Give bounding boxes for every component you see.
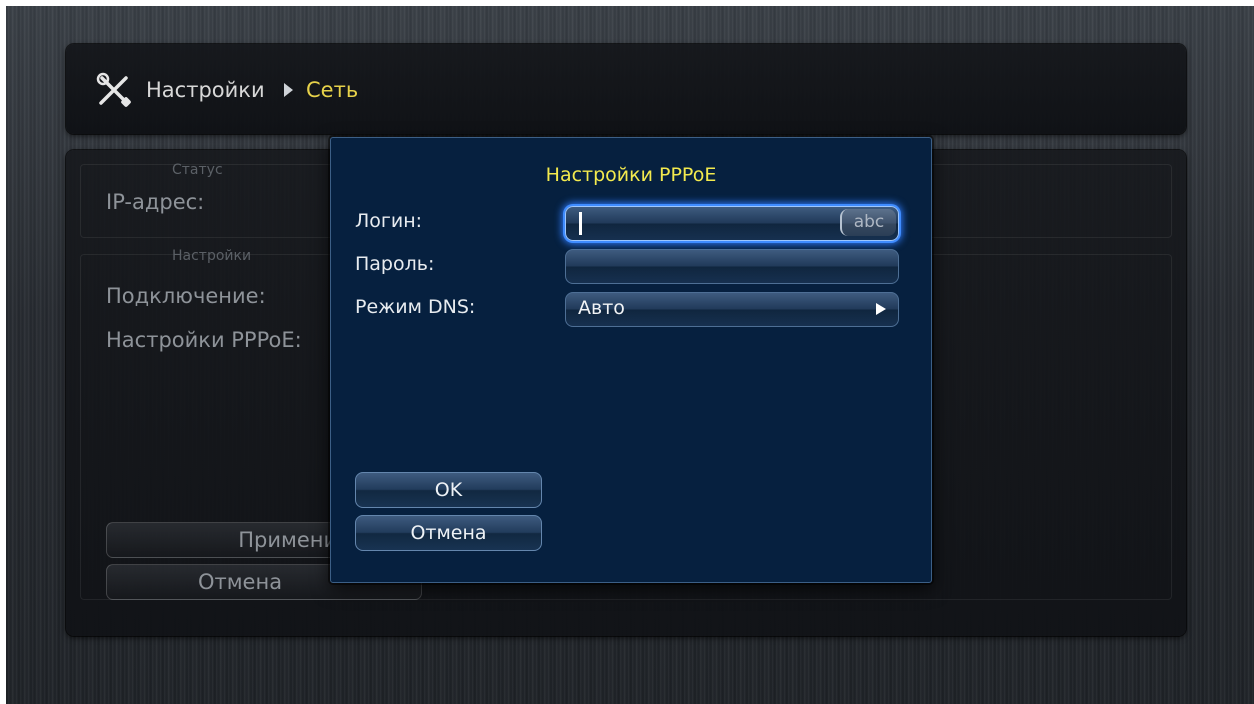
frame-edge-top — [0, 0, 1254, 6]
header-bar: Настройки Сеть — [66, 44, 1186, 134]
ip-address-label: IP-адрес: — [106, 190, 205, 214]
dns-mode-value: Авто — [578, 297, 625, 319]
cancel-button-background-label: Отмена — [197, 570, 283, 594]
ok-button[interactable]: OK — [355, 472, 542, 508]
password-input[interactable] — [565, 249, 899, 284]
login-input[interactable]: abc — [565, 206, 899, 241]
login-label: Логин: — [355, 210, 423, 232]
breadcrumb-root[interactable]: Настройки — [146, 78, 265, 102]
connection-label: Подключение: — [106, 284, 266, 308]
wrench-screwdriver-icon — [96, 72, 131, 107]
cancel-button[interactable]: Отмена — [355, 515, 542, 551]
frame-edge-left — [0, 0, 6, 704]
status-group-title: Статус — [172, 162, 223, 178]
password-label: Пароль: — [355, 253, 435, 275]
dns-mode-label: Режим DNS: — [355, 296, 476, 318]
pppoe-settings-label: Настройки PPPoE: — [106, 328, 302, 352]
dialog-title: Настройки PPPoE — [545, 164, 717, 186]
input-mode-badge[interactable]: abc — [840, 209, 896, 236]
dns-mode-select[interactable]: Авто — [565, 292, 899, 327]
breadcrumb-arrow-icon — [284, 83, 293, 97]
pppoe-settings-dialog: Настройки PPPoE Логин: abc Пароль: Режим… — [330, 137, 932, 583]
text-cursor — [579, 212, 582, 235]
breadcrumb-current: Сеть — [306, 78, 359, 102]
play-arrow-icon — [876, 303, 886, 315]
settings-group-title: Настройки — [172, 248, 252, 264]
